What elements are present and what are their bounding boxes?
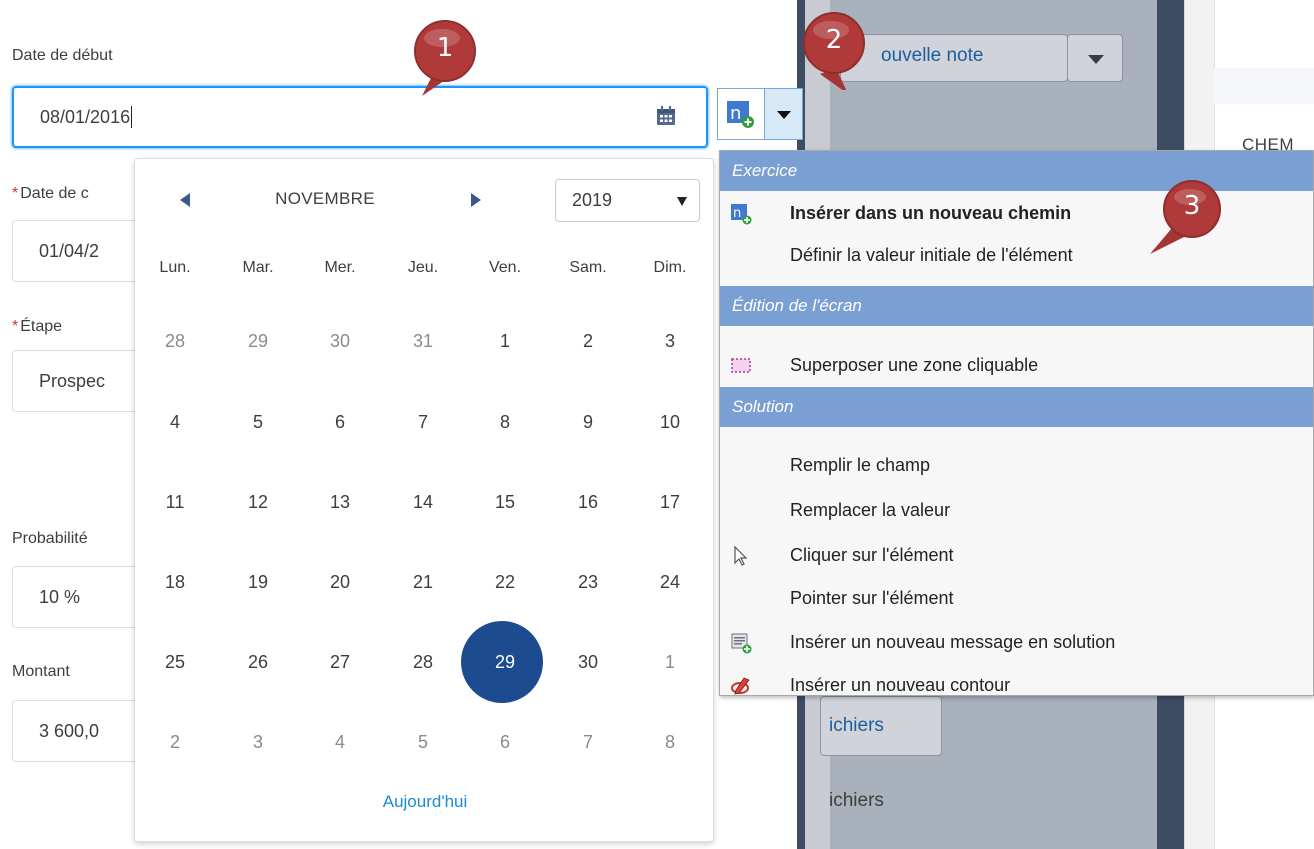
calendar-day[interactable]: 4 — [305, 722, 375, 762]
calendar-day[interactable]: 10 — [635, 402, 705, 442]
calendar-day[interactable]: 1 — [470, 321, 540, 361]
today-link[interactable]: Aujourd'hui — [135, 792, 715, 812]
weekday-header: Sam. — [569, 259, 607, 276]
calendar-day[interactable]: 16 — [553, 482, 623, 522]
menu-item[interactable]: Remplacer la valeur — [790, 500, 950, 521]
calendar-day[interactable]: 29 — [223, 321, 293, 361]
menu-item[interactable]: Remplir le champ — [790, 455, 930, 476]
probability-value: 10 % — [39, 586, 81, 607]
menu-item[interactable]: Pointer sur l'élément — [790, 588, 954, 609]
calendar-day[interactable]: 18 — [140, 562, 210, 602]
background-header-strip — [1214, 68, 1314, 104]
calendar-day[interactable]: 17 — [635, 482, 705, 522]
calendar-day[interactable]: 12 — [223, 482, 293, 522]
calendar-day[interactable]: 5 — [223, 402, 293, 442]
weekday-header: Jeu. — [407, 259, 439, 276]
probability-label: Probabilité — [12, 530, 88, 547]
close-date-label: * Date de c — [12, 185, 89, 203]
calendar-day[interactable]: 19 — [223, 562, 293, 602]
calendar-day[interactable]: 22 — [470, 562, 540, 602]
calendar-day-selected[interactable]: 29 — [470, 642, 540, 682]
start-date-input[interactable]: 08/01/2016 — [12, 86, 708, 148]
callout-badge-3-number: 3 — [1183, 191, 1201, 221]
calendar-day[interactable]: 28 — [388, 642, 458, 682]
menu-item[interactable]: Superposer une zone cliquable — [790, 355, 1038, 376]
files-label: ichiers — [829, 790, 884, 811]
cursor-icon — [730, 545, 752, 567]
contour-pen-icon — [730, 675, 752, 697]
calendar-day[interactable]: 13 — [305, 482, 375, 522]
insert-path-button[interactable]: n — [717, 88, 765, 140]
calendar-day[interactable]: 3 — [635, 321, 705, 361]
stage-value: Prospec — [39, 370, 106, 391]
calendar-day[interactable]: 20 — [305, 562, 375, 602]
calendar-icon[interactable] — [655, 105, 677, 127]
calendar-day[interactable]: 24 — [635, 562, 705, 602]
calendar-day[interactable]: 27 — [305, 642, 375, 682]
close-date-value: 01/04/2 — [39, 240, 100, 261]
calendar-day[interactable]: 31 — [388, 321, 458, 361]
calendar-day[interactable]: 30 — [305, 321, 375, 361]
callout-badge-2-number: 2 — [825, 25, 843, 55]
weekday-header: Ven. — [488, 259, 522, 276]
menu-item[interactable]: Définir la valeur initiale de l'élément — [790, 245, 1073, 266]
calendar-day[interactable]: 26 — [223, 642, 293, 682]
weekday-header: Dim. — [653, 259, 687, 276]
calendar-day[interactable]: 25 — [140, 642, 210, 682]
weekday-header: Mar. — [242, 259, 274, 276]
calendar-day[interactable]: 21 — [388, 562, 458, 602]
calendar-day[interactable]: 7 — [553, 722, 623, 762]
callout-badge-1-number: 1 — [436, 33, 454, 63]
menu-item[interactable]: Insérer dans un nouveau chemin — [790, 203, 1071, 224]
text-caret — [131, 106, 133, 128]
required-mark: * — [12, 318, 19, 335]
calendar-day[interactable]: 1 — [635, 642, 705, 682]
calendar-grid: Lun. Mar. Mer. Jeu. Ven. Sam. Dim. 28 29 30 31 1 2 3 4… — [135, 159, 715, 779]
menu-item[interactable]: Cliquer sur l'élément — [790, 545, 954, 566]
menu-section-header: Solution — [720, 387, 1313, 427]
calendar-day[interactable]: 5 — [388, 722, 458, 762]
calendar-day[interactable]: 6 — [470, 722, 540, 762]
insert-path-dropdown-button[interactable] — [765, 88, 803, 140]
calendar-day[interactable]: 8 — [470, 402, 540, 442]
clickable-zone-icon — [730, 355, 752, 377]
new-note-dropdown-button[interactable] — [1067, 34, 1123, 82]
start-date-value: 08/01/2016 — [40, 106, 131, 127]
stage-label: * Étape — [12, 318, 62, 336]
calendar-day[interactable]: 7 — [388, 402, 458, 442]
datepicker-dropdown: NOVEMBRE 2019 Lun. Mar. Mer. Jeu. Ven. Sam. Di… — [134, 158, 714, 842]
menu-item[interactable]: Insérer un nouveau contour — [790, 675, 1010, 696]
weekday-header: Lun. — [159, 259, 191, 276]
calendar-day[interactable]: 14 — [388, 482, 458, 522]
required-mark: * — [12, 185, 19, 202]
calendar-day[interactable]: 15 — [470, 482, 540, 522]
start-date-label: Date de début — [12, 47, 113, 64]
calendar-day[interactable]: 11 — [140, 482, 210, 522]
stage-label-text: Étape — [20, 318, 63, 335]
calendar-day[interactable]: 2 — [140, 722, 210, 762]
weekday-header: Mer. — [324, 259, 356, 276]
calendar-day[interactable]: 6 — [305, 402, 375, 442]
menu-section-header: Édition de l'écran — [720, 286, 1313, 326]
calendar-day[interactable]: 8 — [635, 722, 705, 762]
new-path-icon: n — [730, 203, 752, 225]
calendar-day[interactable]: 3 — [223, 722, 293, 762]
svg-text:n: n — [733, 206, 741, 221]
svg-text:n: n — [730, 103, 741, 124]
amount-label: Montant — [12, 663, 70, 680]
calendar-day[interactable]: 23 — [553, 562, 623, 602]
message-add-icon — [730, 632, 752, 654]
amount-value: 3 600,0 — [39, 720, 100, 741]
files-button[interactable]: ichiers — [820, 696, 942, 756]
calendar-day[interactable]: 30 — [553, 642, 623, 682]
calendar-day[interactable]: 9 — [553, 402, 623, 442]
calendar-day[interactable]: 2 — [553, 321, 623, 361]
calendar-day[interactable]: 28 — [140, 321, 210, 361]
close-date-label-text: Date de c — [20, 185, 89, 202]
calendar-day[interactable]: 4 — [140, 402, 210, 442]
menu-item[interactable]: Insérer un nouveau message en solution — [790, 632, 1115, 653]
new-path-icon: n — [727, 101, 754, 128]
